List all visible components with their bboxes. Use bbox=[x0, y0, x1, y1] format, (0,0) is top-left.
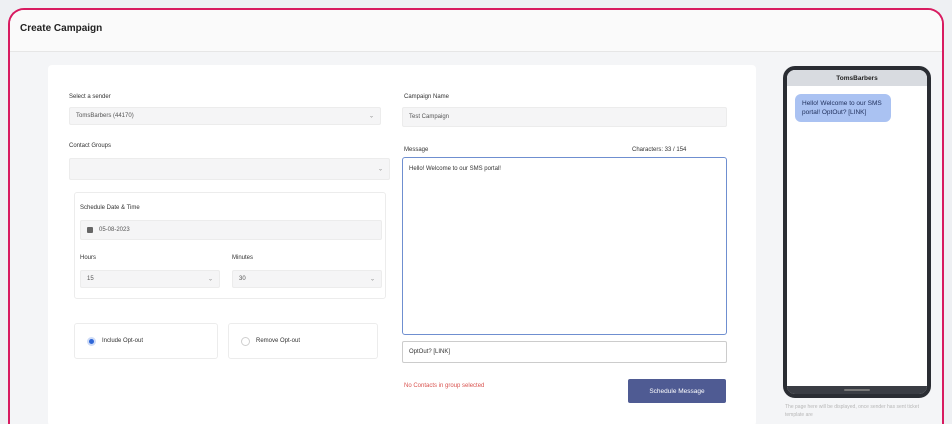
sender-select[interactable]: TomsBarbers (44170) ⌄ bbox=[69, 107, 381, 125]
schedule-label: Schedule Date & Time bbox=[80, 205, 140, 211]
sender-label: Select a sender bbox=[69, 94, 111, 100]
schedule-panel: Schedule Date & Time 05-08-2023 Hours 15… bbox=[74, 192, 386, 299]
campaign-name-value: Test Campaign bbox=[409, 114, 450, 120]
optout-text-field[interactable]: OptOut? [LINK] bbox=[402, 341, 727, 363]
campaign-name-input[interactable]: Test Campaign bbox=[402, 107, 727, 127]
character-count: Characters: 33 / 154 bbox=[632, 147, 687, 153]
contact-groups-select[interactable]: ⌄ bbox=[69, 158, 390, 180]
include-optout-label: Include Opt-out bbox=[102, 338, 144, 344]
phone-home-bar bbox=[787, 386, 927, 394]
hours-label: Hours bbox=[80, 255, 97, 261]
campaign-form: Select a sender TomsBarbers (44170) ⌄ Co… bbox=[48, 65, 756, 424]
minutes-select[interactable]: 30 ⌄ bbox=[232, 270, 382, 288]
campaign-name-label: Campaign Name bbox=[404, 94, 450, 100]
chevron-down-icon: ⌄ bbox=[368, 113, 374, 120]
include-optout-option[interactable]: Include Opt-out bbox=[74, 323, 218, 359]
hours-value: 15 bbox=[87, 276, 94, 282]
error-message: No Contacts in group selected bbox=[404, 383, 485, 389]
page-title: Create Campaign bbox=[20, 23, 103, 34]
preview-message-bubble: Hello! Welcome to our SMS portal! OptOut… bbox=[795, 94, 891, 123]
chevron-down-icon: ⌄ bbox=[207, 276, 213, 283]
preview-sender-name: TomsBarbers bbox=[787, 70, 927, 86]
remove-optout-label: Remove Opt-out bbox=[256, 338, 301, 344]
message-label: Message bbox=[404, 147, 429, 153]
optout-text-value: OptOut? [LINK] bbox=[409, 349, 451, 355]
message-textarea[interactable]: Hello! Welcome to our SMS portal! bbox=[402, 157, 727, 335]
phone-preview: TomsBarbers Hello! Welcome to our SMS po… bbox=[783, 66, 931, 398]
remove-optout-option[interactable]: Remove Opt-out bbox=[228, 323, 378, 359]
schedule-date-input[interactable]: 05-08-2023 bbox=[80, 220, 382, 240]
preview-note: The page here will be displayed, once se… bbox=[785, 404, 919, 418]
calendar-icon bbox=[87, 227, 93, 233]
sender-value: TomsBarbers (44170) bbox=[76, 113, 134, 119]
include-optout-radio[interactable] bbox=[87, 337, 96, 346]
minutes-value: 30 bbox=[239, 276, 246, 282]
chevron-down-icon: ⌄ bbox=[369, 276, 375, 283]
chevron-down-icon: ⌄ bbox=[377, 166, 383, 173]
minutes-label: Minutes bbox=[232, 255, 254, 261]
header-bar bbox=[10, 10, 942, 52]
schedule-date-value: 05-08-2023 bbox=[99, 227, 130, 233]
schedule-message-button[interactable]: Schedule Message bbox=[628, 379, 726, 403]
campaign-window: Create Campaign Select a sender TomsBarb… bbox=[8, 8, 944, 424]
contact-groups-label: Contact Groups bbox=[69, 143, 112, 149]
remove-optout-radio[interactable] bbox=[241, 337, 250, 346]
hours-select[interactable]: 15 ⌄ bbox=[80, 270, 220, 288]
